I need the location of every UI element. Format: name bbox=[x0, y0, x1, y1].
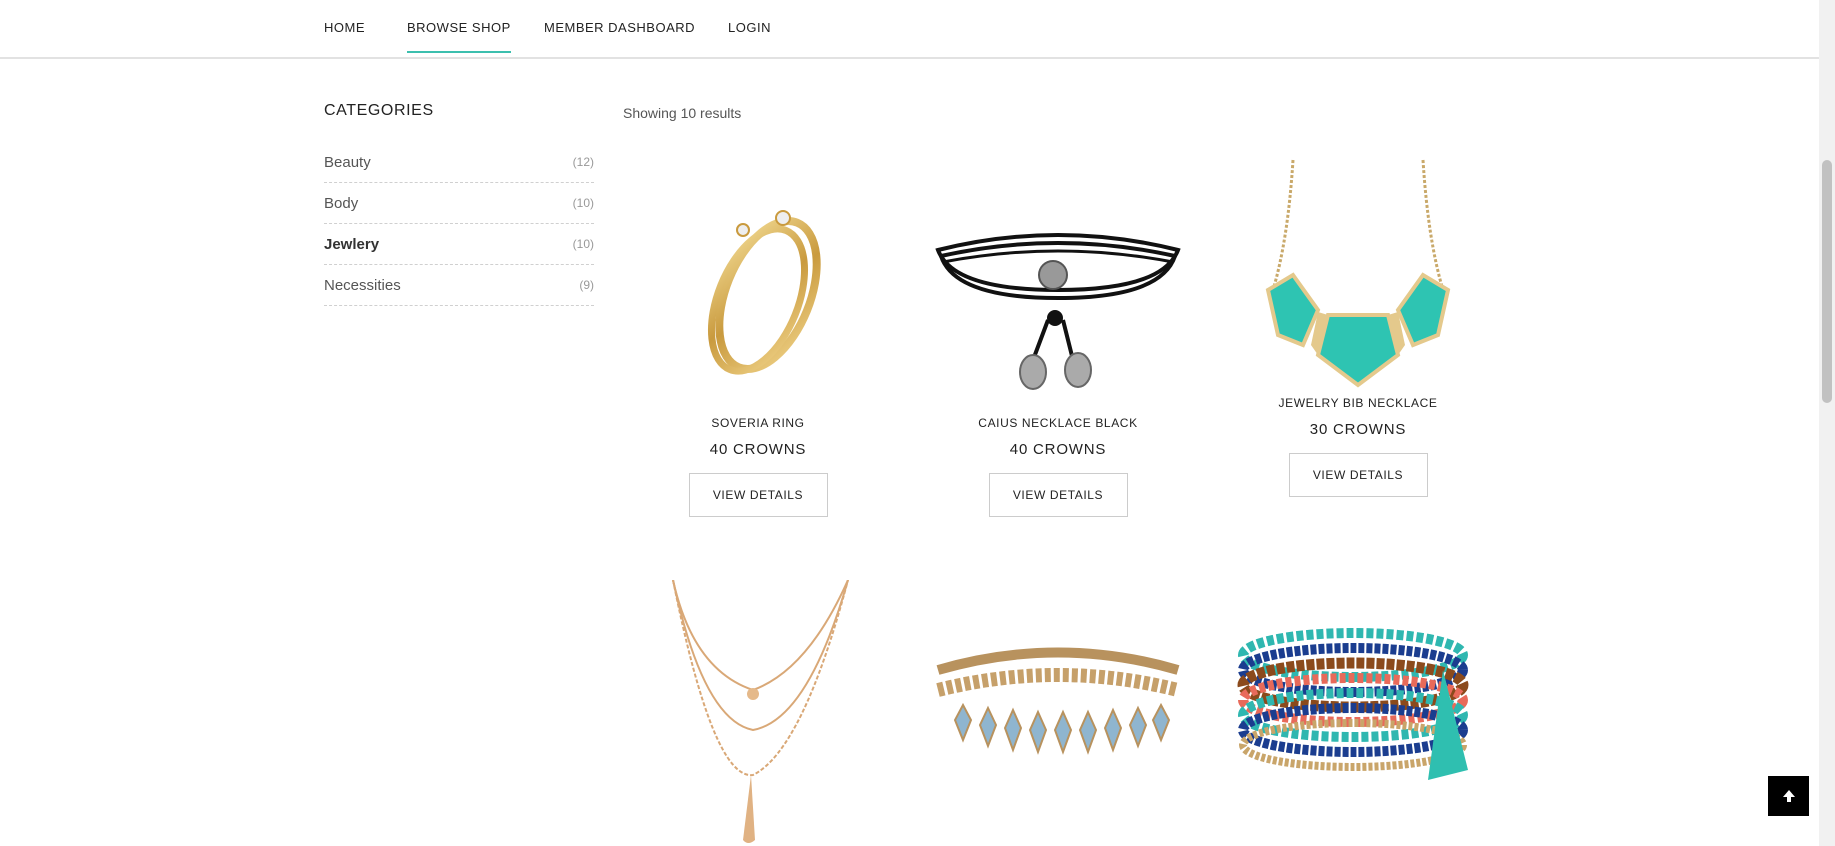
product-card: SOVERIA RING 40 CROWNS VIEW DETAILS bbox=[633, 160, 883, 517]
results-count: Showing 10 results bbox=[623, 105, 742, 121]
category-name[interactable]: Necessities bbox=[324, 277, 401, 294]
product-price: 40 CROWNS bbox=[709, 441, 807, 458]
nav-home[interactable]: HOME bbox=[324, 20, 365, 35]
layered-gold-necklace-icon[interactable] bbox=[633, 579, 883, 843]
scrollbar-thumb[interactable] bbox=[1822, 160, 1832, 403]
product-price: 30 CROWNS bbox=[1309, 421, 1407, 438]
nav-browse-shop[interactable]: BROWSE SHOP bbox=[407, 20, 511, 53]
top-navigation: HOME BROWSE SHOP MEMBER DASHBOARD LOGIN bbox=[0, 0, 1819, 59]
back-to-top-button[interactable] bbox=[1768, 776, 1809, 816]
beaded-choker-icon[interactable] bbox=[933, 580, 1183, 830]
view-details-button[interactable]: VIEW DETAILS bbox=[688, 473, 828, 517]
product-card: CAIUS NECKLACE BLACK 40 CROWNS VIEW DETA… bbox=[933, 160, 1183, 517]
category-name[interactable]: Jewlery bbox=[324, 236, 379, 253]
product-name[interactable]: SOVERIA RING bbox=[633, 416, 883, 430]
arrow-up-icon bbox=[1782, 790, 1795, 802]
category-count: (10) bbox=[572, 196, 594, 210]
category-item-jewlery[interactable]: Jewlery (10) bbox=[324, 224, 594, 265]
view-details-button[interactable]: VIEW DETAILS bbox=[1288, 453, 1428, 497]
nav-login[interactable]: LOGIN bbox=[728, 20, 771, 35]
category-count: (10) bbox=[572, 237, 594, 251]
category-item-necessities[interactable]: Necessities (9) bbox=[324, 265, 594, 306]
nav-member-dashboard[interactable]: MEMBER DASHBOARD bbox=[544, 20, 695, 35]
product-price: 40 CROWNS bbox=[1009, 441, 1107, 458]
turquoise-bib-necklace-icon[interactable] bbox=[1233, 140, 1483, 390]
category-count: (9) bbox=[579, 278, 594, 292]
category-name[interactable]: Body bbox=[324, 195, 358, 212]
gold-ring-icon[interactable] bbox=[633, 160, 883, 410]
product-card bbox=[933, 580, 1183, 830]
page-scrollbar[interactable] bbox=[1819, 0, 1835, 846]
view-details-button[interactable]: VIEW DETAILS bbox=[988, 473, 1128, 517]
product-name[interactable]: JEWELRY BIB NECKLACE bbox=[1233, 396, 1483, 410]
category-item-beauty[interactable]: Beauty (12) bbox=[324, 142, 594, 183]
product-name[interactable]: CAIUS NECKLACE BLACK bbox=[933, 416, 1183, 430]
category-name[interactable]: Beauty bbox=[324, 154, 371, 171]
beaded-bracelet-stack-icon[interactable] bbox=[1233, 580, 1483, 830]
category-item-body[interactable]: Body (10) bbox=[324, 183, 594, 224]
category-count: (12) bbox=[572, 155, 594, 169]
categories-heading: CATEGORIES bbox=[324, 102, 434, 119]
black-choker-icon[interactable] bbox=[933, 160, 1183, 410]
category-list: Beauty (12) Body (10) Jewlery (10) Neces… bbox=[324, 142, 594, 306]
product-card bbox=[633, 579, 883, 843]
product-card: JEWELRY BIB NECKLACE 30 CROWNS VIEW DETA… bbox=[1233, 140, 1483, 497]
product-card bbox=[1233, 580, 1483, 830]
